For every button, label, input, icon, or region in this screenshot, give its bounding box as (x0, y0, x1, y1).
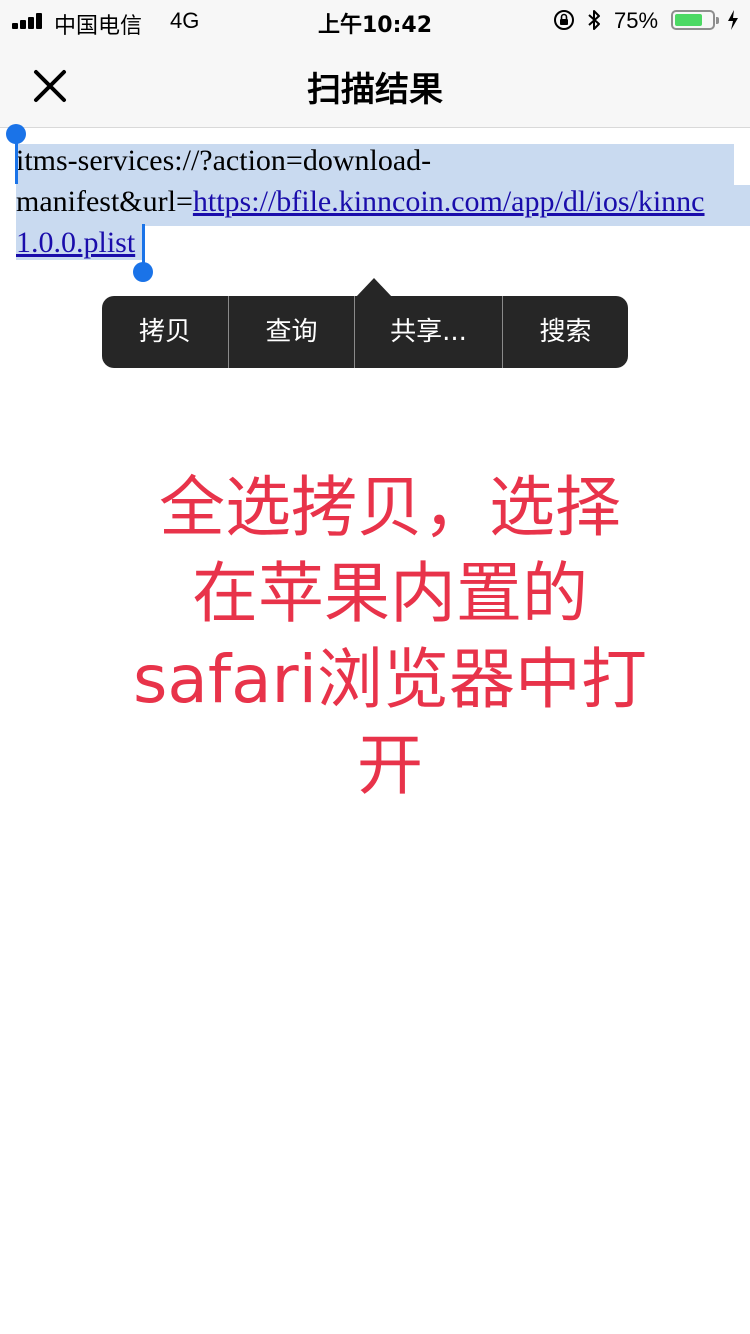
scan-line-3: 1.0.0.plist (16, 222, 750, 263)
annotation-line: 全选拷贝，选择 (159, 469, 621, 546)
scan-line-1: itms-services://?action=download- (16, 144, 432, 177)
annotation-line: safari浏览器中打 (133, 641, 647, 718)
battery-icon (671, 10, 719, 30)
battery-percent: 75% (614, 8, 659, 33)
edit-menu-arrow (356, 278, 392, 297)
share-button[interactable]: 共享... (354, 296, 502, 368)
url-prefix: manifest&url= (16, 185, 193, 218)
scan-line-2: manifest&url=https://bfile.kinncoin.com/… (16, 181, 750, 222)
bluetooth-icon (588, 10, 600, 30)
orientation-lock-icon (554, 10, 574, 30)
selection-start-handle[interactable] (6, 124, 26, 144)
scan-result-text[interactable]: itms-services://?action=download- manife… (16, 140, 750, 263)
search-button[interactable]: 搜索 (502, 296, 628, 368)
selection-end-handle[interactable] (133, 262, 153, 282)
instruction-annotation: 全选拷贝，选择 在苹果内置的 safari浏览器中打 开 (120, 465, 660, 809)
annotation-line: 开 (357, 727, 423, 804)
lookup-button[interactable]: 查询 (228, 296, 354, 368)
page-title: 扫描结果 (307, 70, 443, 110)
selection-end-caret (142, 224, 145, 266)
edit-menu: 拷贝 查询 共享... 搜索 (102, 296, 628, 368)
copy-button[interactable]: 拷贝 (102, 296, 228, 368)
url-link[interactable]: https://bfile.kinncoin.com/app/dl/ios/ki… (193, 185, 705, 218)
status-bar: 中国电信 4G 上午10:42 75% (0, 0, 750, 40)
url-link-end[interactable]: 1.0.0.plist (16, 226, 135, 259)
charging-icon (728, 10, 738, 30)
annotation-line: 在苹果内置的 (192, 555, 588, 632)
nav-bar: 扫描结果 (0, 40, 750, 128)
selection-start-caret (15, 142, 18, 184)
